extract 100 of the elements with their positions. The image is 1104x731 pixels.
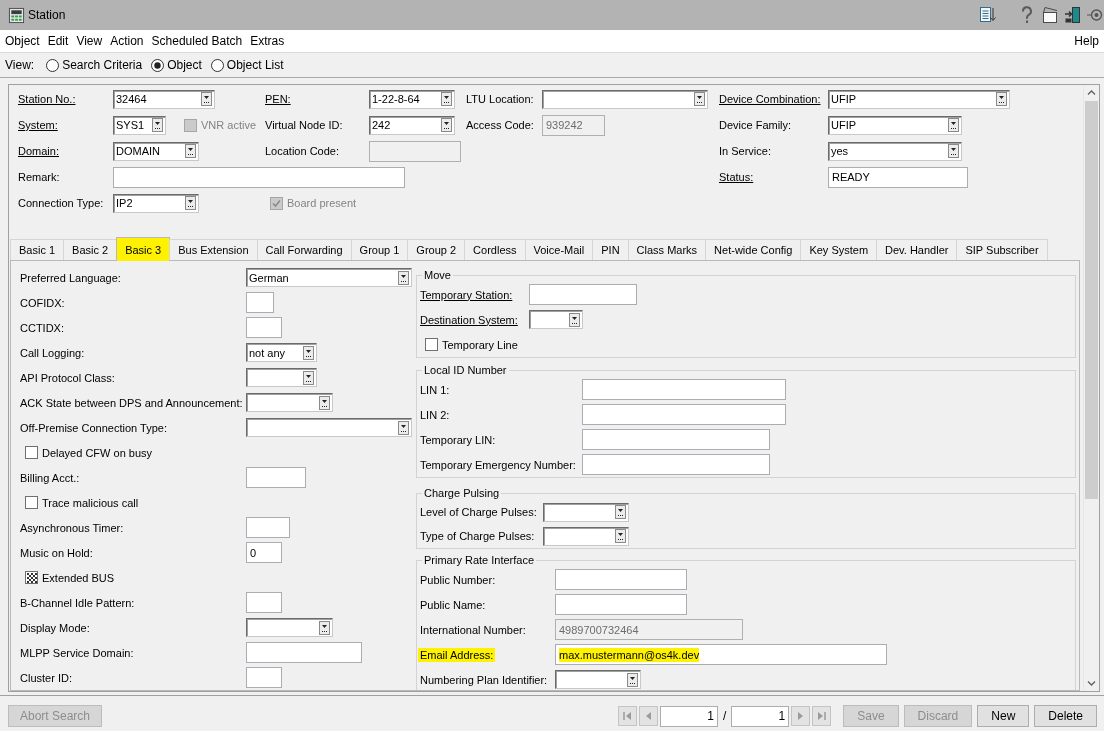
tab[interactable]: Bus Extension bbox=[169, 239, 258, 260]
dropdown-icon[interactable] bbox=[948, 118, 959, 132]
tab[interactable]: Basic 1 bbox=[10, 239, 65, 260]
dropdown-icon[interactable] bbox=[201, 92, 212, 106]
menu-item[interactable]: Edit bbox=[47, 34, 69, 48]
dropdown-icon[interactable] bbox=[319, 620, 330, 635]
text-field[interactable] bbox=[246, 667, 282, 688]
text-field[interactable] bbox=[246, 467, 306, 488]
action-button[interactable]: New bbox=[977, 705, 1030, 727]
text-field[interactable]: 0 bbox=[246, 542, 282, 563]
tab[interactable]: SIP Subscriber bbox=[956, 239, 1048, 260]
radio-button[interactable] bbox=[46, 58, 60, 72]
checkbox[interactable] bbox=[25, 446, 38, 459]
text-field[interactable]: max.mustermann@os4k.dev bbox=[555, 644, 887, 665]
dropdown-icon[interactable] bbox=[948, 144, 959, 158]
field-label: Status: bbox=[719, 170, 754, 184]
combo-box[interactable] bbox=[543, 502, 629, 522]
combo-box[interactable]: German bbox=[246, 268, 412, 287]
field-label: Numbering Plan Identifier: bbox=[420, 672, 548, 687]
text-field[interactable] bbox=[582, 454, 770, 475]
clapperboard-icon[interactable] bbox=[1042, 6, 1058, 24]
checkbox[interactable] bbox=[25, 571, 38, 584]
combo-box[interactable] bbox=[555, 670, 641, 689]
field-label: Remark: bbox=[18, 170, 60, 184]
dropdown-icon[interactable] bbox=[996, 92, 1007, 106]
combo-box[interactable]: 32464 bbox=[113, 89, 215, 109]
exit-door-icon[interactable] bbox=[1064, 6, 1081, 24]
checkbox[interactable] bbox=[425, 338, 438, 351]
combo-box[interactable]: 242 bbox=[369, 115, 455, 135]
combo-box[interactable]: SYS1 bbox=[113, 115, 166, 135]
plug-icon[interactable] bbox=[1087, 6, 1103, 24]
dropdown-icon[interactable] bbox=[627, 672, 638, 687]
combo-box[interactable] bbox=[529, 310, 583, 329]
dropdown-icon[interactable] bbox=[303, 345, 314, 360]
text-field[interactable] bbox=[113, 166, 405, 188]
text-field[interactable] bbox=[246, 642, 362, 663]
text-field[interactable] bbox=[246, 517, 290, 538]
menu-item[interactable]: Scheduled Batch bbox=[151, 34, 243, 48]
text-field[interactable] bbox=[246, 317, 282, 338]
page-separator: / bbox=[722, 709, 727, 723]
action-button[interactable]: Delete bbox=[1034, 705, 1097, 727]
combo-box[interactable] bbox=[246, 418, 412, 437]
combo-box[interactable]: UFIP bbox=[828, 115, 962, 135]
combo-box[interactable]: yes bbox=[828, 141, 962, 161]
text-field[interactable]: READY bbox=[828, 166, 968, 188]
combo-box[interactable] bbox=[246, 368, 317, 387]
menu-item[interactable]: Help bbox=[1074, 34, 1099, 48]
dropdown-icon[interactable] bbox=[185, 196, 196, 210]
dropdown-icon[interactable] bbox=[319, 395, 330, 410]
help-icon[interactable] bbox=[1021, 6, 1033, 24]
dropdown-icon[interactable] bbox=[185, 144, 196, 158]
dropdown-icon[interactable] bbox=[441, 118, 452, 132]
document-arrow-icon[interactable] bbox=[979, 6, 996, 24]
menu-item[interactable]: Object bbox=[5, 34, 40, 48]
checkbox[interactable] bbox=[25, 496, 38, 509]
combo-box[interactable]: 1-22-8-64 bbox=[369, 89, 455, 109]
group-title: Charge Pulsing bbox=[423, 486, 501, 500]
dropdown-icon[interactable] bbox=[398, 420, 409, 435]
combo-box[interactable]: IP2 bbox=[113, 193, 199, 213]
combo-box[interactable] bbox=[246, 393, 333, 412]
checkbox-label: Extended BUS bbox=[42, 571, 115, 584]
menu-item[interactable]: View bbox=[76, 34, 103, 48]
scrollbar-thumb[interactable] bbox=[1085, 101, 1098, 499]
text-field[interactable] bbox=[246, 292, 274, 313]
scrollbar[interactable] bbox=[1083, 85, 1099, 691]
combo-box[interactable]: DOMAIN bbox=[113, 141, 199, 161]
dropdown-icon[interactable] bbox=[569, 312, 580, 327]
text-field[interactable] bbox=[582, 404, 786, 425]
text-field[interactable] bbox=[246, 592, 282, 613]
radio-label: Object List bbox=[226, 58, 284, 72]
field-label: In Service: bbox=[719, 144, 771, 158]
tab[interactable]: Basic 3 bbox=[116, 237, 171, 261]
menu-item[interactable]: Action bbox=[110, 34, 144, 48]
field-label: Location Code: bbox=[265, 144, 339, 158]
dropdown-icon[interactable] bbox=[303, 370, 314, 385]
field-label: Destination System: bbox=[420, 312, 518, 327]
dropdown-icon[interactable] bbox=[152, 118, 163, 132]
radio-button[interactable] bbox=[151, 58, 165, 72]
dropdown-icon[interactable] bbox=[694, 92, 705, 106]
dropdown-icon[interactable] bbox=[615, 529, 626, 543]
text-field[interactable] bbox=[555, 569, 687, 590]
radio-button[interactable] bbox=[210, 58, 224, 72]
text-field[interactable] bbox=[582, 379, 786, 400]
combo-box[interactable] bbox=[246, 618, 333, 637]
text-field[interactable] bbox=[582, 429, 770, 450]
group-title: Primary Rate Interface bbox=[423, 553, 536, 567]
combo-box[interactable] bbox=[543, 526, 629, 546]
dropdown-icon[interactable] bbox=[398, 270, 409, 285]
dropdown-icon[interactable] bbox=[615, 505, 626, 519]
field-label: Music on Hold: bbox=[20, 545, 93, 560]
dropdown-icon[interactable] bbox=[441, 92, 452, 106]
field-label: Off-Premise Connection Type: bbox=[20, 420, 167, 435]
text-field[interactable] bbox=[529, 284, 637, 305]
combo-box[interactable] bbox=[542, 89, 708, 109]
page-field[interactable]: 1 bbox=[659, 705, 718, 727]
combo-box[interactable]: not any bbox=[246, 343, 317, 362]
combo-box[interactable]: UFIP bbox=[828, 89, 1010, 109]
text-field[interactable] bbox=[555, 594, 687, 615]
field-label: LIN 1: bbox=[420, 382, 450, 397]
menu-item[interactable]: Extras bbox=[250, 34, 285, 48]
